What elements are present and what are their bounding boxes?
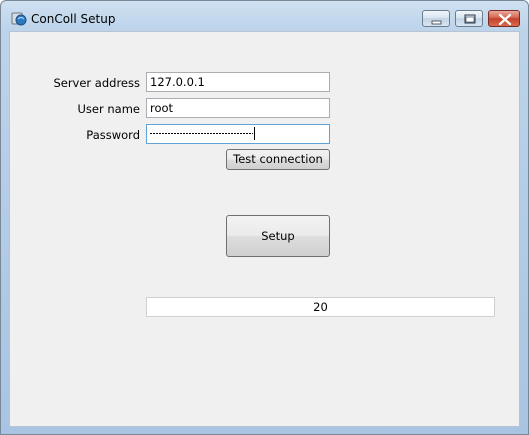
user-name-label: User name xyxy=(77,102,140,116)
maximize-icon xyxy=(464,14,476,24)
minimize-button[interactable] xyxy=(422,10,450,27)
title-bar[interactable]: ConColl Setup xyxy=(1,1,528,31)
minimize-icon xyxy=(431,20,442,25)
maximize-button[interactable] xyxy=(455,10,483,27)
status-field: 20 xyxy=(146,297,495,317)
setup-button[interactable]: Setup xyxy=(226,215,330,257)
app-window: ConColl Setup Server address 127.0.0.1 U… xyxy=(0,0,529,435)
window-title: ConColl Setup xyxy=(31,12,116,26)
test-connection-button[interactable]: Test connection xyxy=(226,149,330,170)
form-panel: Server address 127.0.0.1 User name root … xyxy=(9,31,520,427)
password-input[interactable] xyxy=(146,124,330,144)
text-caret xyxy=(254,127,255,140)
close-icon xyxy=(498,13,512,26)
server-address-input[interactable]: 127.0.0.1 xyxy=(146,72,330,92)
close-button[interactable] xyxy=(488,10,520,27)
password-label: Password xyxy=(86,128,140,142)
app-icon xyxy=(11,10,27,26)
password-mask xyxy=(150,133,253,134)
user-name-input[interactable]: root xyxy=(146,98,330,118)
server-address-label: Server address xyxy=(53,76,140,90)
